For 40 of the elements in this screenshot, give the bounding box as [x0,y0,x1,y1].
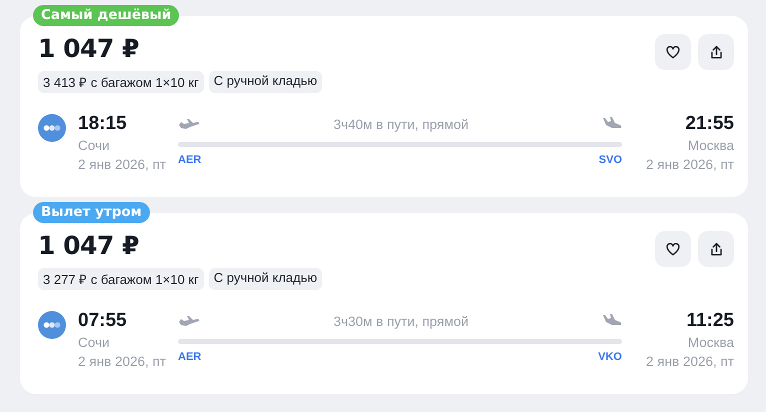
departure-date: 2 янв 2026, пт [78,156,167,174]
arrival-city: Москва [688,334,734,352]
departure-city: Сочи [78,334,111,352]
arrival-time: 21:55 [685,112,734,136]
fare-option-chip[interactable]: С ручной кладью [208,71,322,93]
heart-icon [666,242,680,256]
arrival-date: 2 янв 2026, пт [646,156,734,174]
takeoff-plane-icon [178,315,200,327]
airline-logo-icon [38,311,66,339]
arrival-city: Москва [688,137,734,155]
heart-icon [666,46,680,58]
share-icon [710,44,722,60]
arrival-time: 11:25 [686,309,734,333]
departure-time: 18:15 [78,112,128,136]
arrival-date: 2 янв 2026, пт [646,353,734,371]
flight-duration: 3ч30м в пути, прямой [333,314,469,328]
departure-city: Сочи [78,137,111,155]
share-icon [710,242,722,256]
favorite-button[interactable] [655,231,691,267]
takeoff-plane-icon [178,118,200,130]
departure-airport-code: AER [178,351,202,363]
ticket-price: 1 047 ₽ [38,231,140,261]
departure-airport-code: AER [178,154,202,166]
ticket-price: 1 047 ₽ [38,34,140,64]
departure-time: 07:55 [78,309,128,333]
offer-badge: Самый дешёвый [33,5,180,26]
favorite-button[interactable] [655,34,691,70]
fare-option-chip[interactable]: 3 277 ₽ с багажом 1×10 кг [38,268,204,290]
landing-plane-icon [602,314,622,328]
arrival-airport-code: VKO [598,351,622,363]
departure-date: 2 янв 2026, пт [78,353,167,371]
offer-badge: Вылет утром [33,202,150,223]
fare-option-chip[interactable]: С ручной кладью [208,268,322,290]
landing-plane-icon [602,117,622,131]
fare-option-chip[interactable]: 3 413 ₽ с багажом 1×10 кг [38,71,204,93]
arrival-airport-code: SVO [598,154,622,166]
airline-logo-icon [38,114,66,142]
share-button[interactable] [698,34,734,70]
flight-duration: 3ч40м в пути, прямой [333,116,469,132]
share-button[interactable] [698,231,734,267]
